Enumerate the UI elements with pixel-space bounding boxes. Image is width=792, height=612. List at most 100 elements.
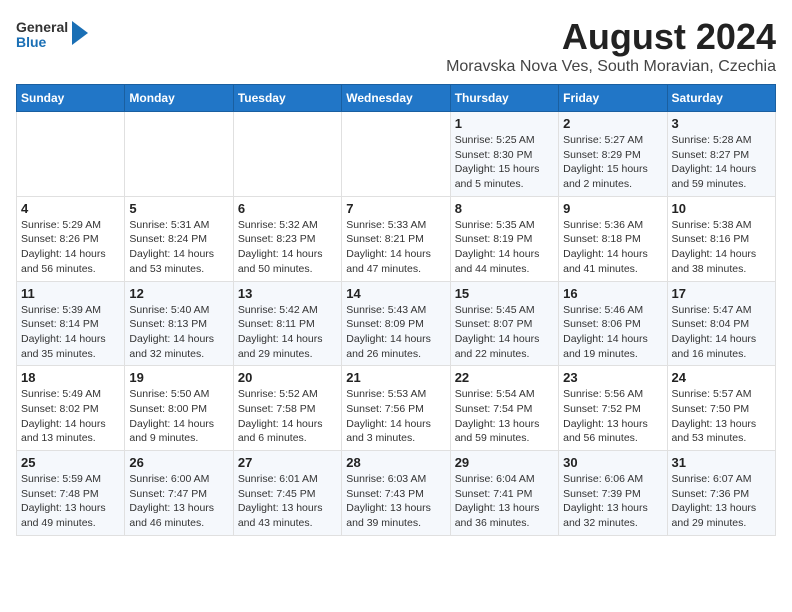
day-number: 2 (563, 116, 662, 131)
calendar-cell: 5Sunrise: 5:31 AMSunset: 8:24 PMDaylight… (125, 196, 233, 281)
logo-arrow-icon (72, 21, 88, 45)
day-info: Sunrise: 5:54 AMSunset: 7:54 PMDaylight:… (455, 387, 554, 446)
day-number: 20 (238, 370, 337, 385)
calendar-cell: 4 Sunrise: 5:29 AMSunset: 8:26 PMDaylight… (17, 196, 125, 281)
calendar-cell: 11 Sunrise: 5:39 AMSunset: 8:14 PMDayligh… (17, 281, 125, 366)
day-number: 7 (346, 201, 445, 216)
calendar-cell (17, 112, 125, 197)
day-number: 19 (129, 370, 228, 385)
day-number: 23 (563, 370, 662, 385)
calendar-cell: 27Sunrise: 6:01 AMSunset: 7:45 PMDayligh… (233, 451, 341, 536)
day-number: 25 (21, 455, 120, 470)
day-number: 28 (346, 455, 445, 470)
week-row: 25 Sunrise: 5:59 AMSunset: 7:48 PMDayligh… (17, 451, 776, 536)
calendar-cell: 20 Sunrise: 5:52 AMSunset: 7:58 PMDayligh… (233, 366, 341, 451)
day-info: Sunrise: 5:38 AMSunset: 8:16 PMDaylight:… (672, 218, 771, 277)
day-number: 29 (455, 455, 554, 470)
week-row: 11 Sunrise: 5:39 AMSunset: 8:14 PMDayligh… (17, 281, 776, 366)
day-number: 8 (455, 201, 554, 216)
calendar-cell: 19Sunrise: 5:50 AMSunset: 8:00 PMDayligh… (125, 366, 233, 451)
title-section: August 2024 Moravska Nova Ves, South Mor… (446, 16, 776, 76)
day-info: Sunrise: 5:29 AMSunset: 8:26 PMDaylight:… (21, 218, 120, 277)
day-number: 10 (672, 201, 771, 216)
calendar-cell: 30 Sunrise: 6:06 AMSunset: 7:39 PMDayligh… (559, 451, 667, 536)
calendar-cell: 28 Sunrise: 6:03 AMSunset: 7:43 PMDayligh… (342, 451, 450, 536)
day-number: 14 (346, 286, 445, 301)
calendar-cell: 21 Sunrise: 5:53 AMSunset: 7:56 PMDayligh… (342, 366, 450, 451)
calendar-cell: 1Sunrise: 5:25 AMSunset: 8:30 PMDaylight… (450, 112, 558, 197)
calendar-cell: 14 Sunrise: 5:43 AMSunset: 8:09 PMDayligh… (342, 281, 450, 366)
calendar-cell: 22 Sunrise: 5:54 AMSunset: 7:54 PMDayligh… (450, 366, 558, 451)
week-row: 1Sunrise: 5:25 AMSunset: 8:30 PMDaylight… (17, 112, 776, 197)
day-number: 11 (21, 286, 120, 301)
day-info: Sunrise: 5:39 AMSunset: 8:14 PMDaylight:… (21, 303, 120, 362)
day-number: 30 (563, 455, 662, 470)
day-info: Sunrise: 5:36 AMSunset: 8:18 PMDaylight:… (563, 218, 662, 277)
logo: General Blue (16, 20, 88, 51)
day-info: Sunrise: 5:43 AMSunset: 8:09 PMDaylight:… (346, 303, 445, 362)
day-of-week-header: Thursday (450, 85, 558, 112)
days-of-week-row: SundayMondayTuesdayWednesdayThursdayFrid… (17, 85, 776, 112)
day-number: 4 (21, 201, 120, 216)
day-number: 18 (21, 370, 120, 385)
day-info: Sunrise: 6:01 AMSunset: 7:45 PMDaylight:… (238, 472, 337, 531)
day-info: Sunrise: 5:28 AMSunset: 8:27 PMDaylight:… (672, 133, 771, 192)
calendar-cell: 16 Sunrise: 5:46 AMSunset: 8:06 PMDayligh… (559, 281, 667, 366)
calendar-cell: 6 Sunrise: 5:32 AMSunset: 8:23 PMDaylight… (233, 196, 341, 281)
day-info: Sunrise: 5:35 AMSunset: 8:19 PMDaylight:… (455, 218, 554, 277)
calendar-cell: 3Sunrise: 5:28 AMSunset: 8:27 PMDaylight… (667, 112, 775, 197)
day-of-week-header: Friday (559, 85, 667, 112)
day-info: Sunrise: 5:46 AMSunset: 8:06 PMDaylight:… (563, 303, 662, 362)
day-number: 24 (672, 370, 771, 385)
day-info: Sunrise: 5:27 AMSunset: 8:29 PMDaylight:… (563, 133, 662, 192)
day-info: Sunrise: 6:04 AMSunset: 7:41 PMDaylight:… (455, 472, 554, 531)
calendar-cell: 10 Sunrise: 5:38 AMSunset: 8:16 PMDayligh… (667, 196, 775, 281)
calendar-cell (125, 112, 233, 197)
calendar-cell: 29 Sunrise: 6:04 AMSunset: 7:41 PMDayligh… (450, 451, 558, 536)
day-number: 16 (563, 286, 662, 301)
calendar-cell (342, 112, 450, 197)
day-number: 15 (455, 286, 554, 301)
day-of-week-header: Saturday (667, 85, 775, 112)
day-info: Sunrise: 5:59 AMSunset: 7:48 PMDaylight:… (21, 472, 120, 531)
week-row: 4 Sunrise: 5:29 AMSunset: 8:26 PMDaylight… (17, 196, 776, 281)
day-info: Sunrise: 5:49 AMSunset: 8:02 PMDaylight:… (21, 387, 120, 446)
day-info: Sunrise: 5:25 AMSunset: 8:30 PMDaylight:… (455, 133, 554, 192)
calendar-table: SundayMondayTuesdayWednesdayThursdayFrid… (16, 84, 776, 536)
day-info: Sunrise: 5:33 AMSunset: 8:21 PMDaylight:… (346, 218, 445, 277)
logo-text: General Blue (16, 20, 68, 51)
day-info: Sunrise: 5:32 AMSunset: 8:23 PMDaylight:… (238, 218, 337, 277)
day-of-week-header: Sunday (17, 85, 125, 112)
day-number: 22 (455, 370, 554, 385)
day-info: Sunrise: 5:53 AMSunset: 7:56 PMDaylight:… (346, 387, 445, 446)
day-number: 6 (238, 201, 337, 216)
day-of-week-header: Monday (125, 85, 233, 112)
calendar-cell: 7 Sunrise: 5:33 AMSunset: 8:21 PMDaylight… (342, 196, 450, 281)
day-info: Sunrise: 5:57 AMSunset: 7:50 PMDaylight:… (672, 387, 771, 446)
day-info: Sunrise: 6:00 AMSunset: 7:47 PMDaylight:… (129, 472, 228, 531)
day-info: Sunrise: 6:07 AMSunset: 7:36 PMDaylight:… (672, 472, 771, 531)
day-number: 12 (129, 286, 228, 301)
calendar-cell: 15 Sunrise: 5:45 AMSunset: 8:07 PMDayligh… (450, 281, 558, 366)
day-info: Sunrise: 5:31 AMSunset: 8:24 PMDaylight:… (129, 218, 228, 277)
calendar-cell: 9Sunrise: 5:36 AMSunset: 8:18 PMDaylight… (559, 196, 667, 281)
logo-general: General (16, 20, 68, 35)
calendar-cell: 8 Sunrise: 5:35 AMSunset: 8:19 PMDaylight… (450, 196, 558, 281)
calendar-cell: 18 Sunrise: 5:49 AMSunset: 8:02 PMDayligh… (17, 366, 125, 451)
calendar-body: 1Sunrise: 5:25 AMSunset: 8:30 PMDaylight… (17, 112, 776, 536)
day-info: Sunrise: 5:52 AMSunset: 7:58 PMDaylight:… (238, 387, 337, 446)
calendar-cell: 23 Sunrise: 5:56 AMSunset: 7:52 PMDayligh… (559, 366, 667, 451)
day-info: Sunrise: 6:06 AMSunset: 7:39 PMDaylight:… (563, 472, 662, 531)
day-info: Sunrise: 5:45 AMSunset: 8:07 PMDaylight:… (455, 303, 554, 362)
calendar-cell: 31Sunrise: 6:07 AMSunset: 7:36 PMDayligh… (667, 451, 775, 536)
calendar-header: SundayMondayTuesdayWednesdayThursdayFrid… (17, 85, 776, 112)
day-info: Sunrise: 5:56 AMSunset: 7:52 PMDaylight:… (563, 387, 662, 446)
day-info: Sunrise: 5:42 AMSunset: 8:11 PMDaylight:… (238, 303, 337, 362)
day-number: 21 (346, 370, 445, 385)
day-number: 13 (238, 286, 337, 301)
main-title: August 2024 (446, 16, 776, 58)
day-info: Sunrise: 6:03 AMSunset: 7:43 PMDaylight:… (346, 472, 445, 531)
day-number: 26 (129, 455, 228, 470)
calendar-cell: 17Sunrise: 5:47 AMSunset: 8:04 PMDayligh… (667, 281, 775, 366)
calendar-cell: 25 Sunrise: 5:59 AMSunset: 7:48 PMDayligh… (17, 451, 125, 536)
